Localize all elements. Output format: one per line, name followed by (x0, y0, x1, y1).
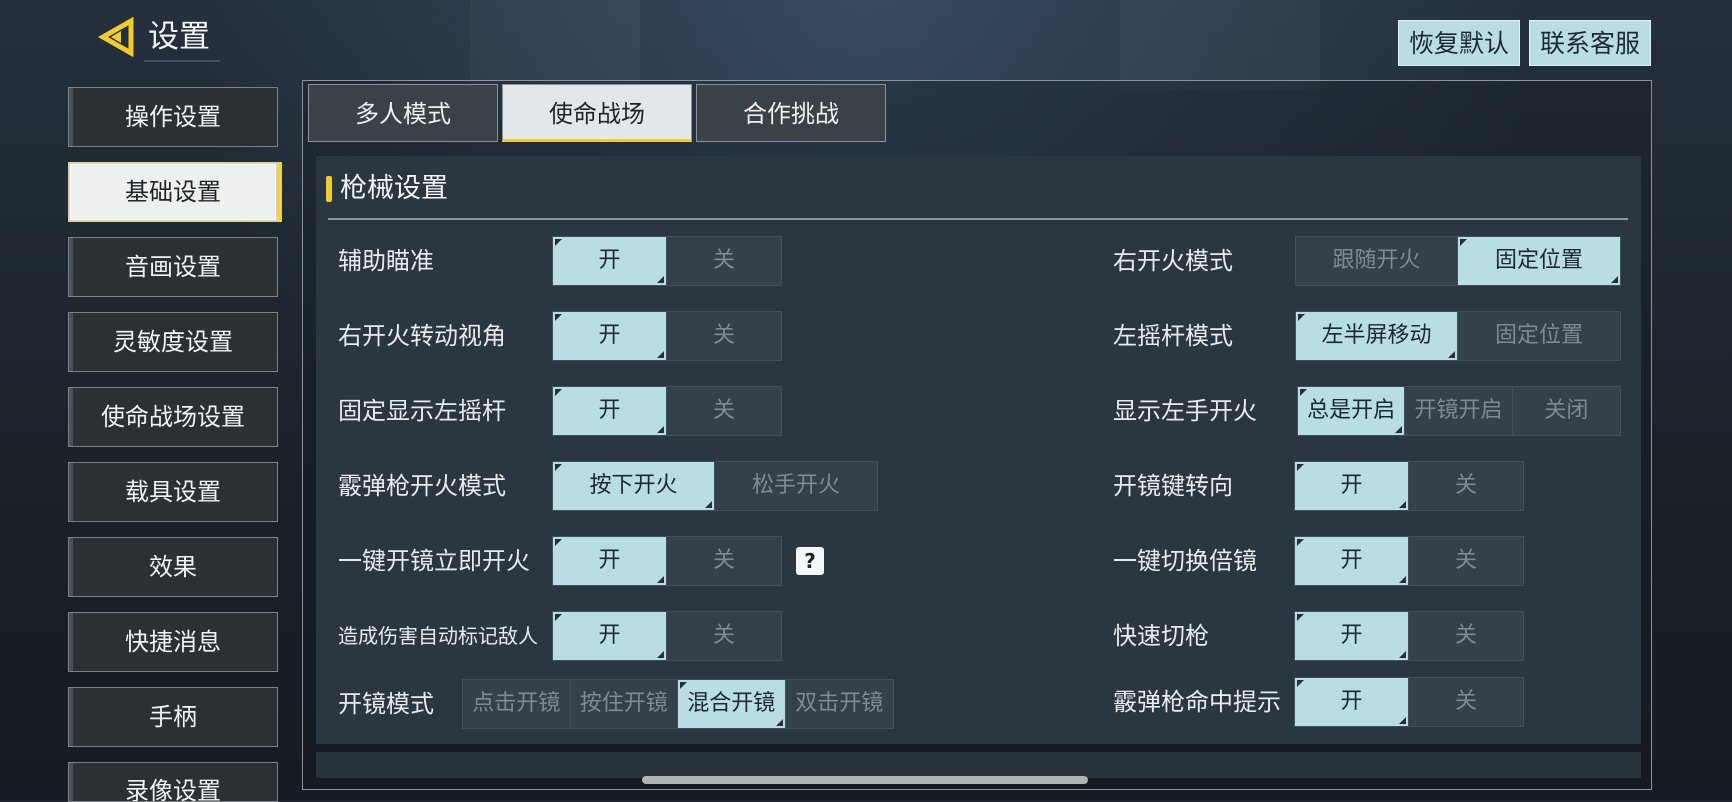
ads-key-turn-toggle: 开 关 (1294, 461, 1524, 511)
restore-default-button[interactable]: 恢复默认 (1398, 20, 1520, 66)
sidebar-item-battle-royale[interactable]: 使命战场设置 (68, 387, 278, 447)
setting-label-left-hand-fire: 显示左手开火 (1113, 397, 1257, 425)
sidebar-item-controller[interactable]: 手柄 (68, 687, 278, 747)
option-off[interactable]: 关 (1409, 537, 1523, 585)
setting-label-auto-mark-enemy: 造成伤害自动标记敌人 (338, 624, 538, 648)
sidebar-item-sensitivity[interactable]: 灵敏度设置 (68, 312, 278, 372)
setting-label-left-stick-mode: 左摇杆模式 (1113, 322, 1233, 350)
option-off[interactable]: 关 (667, 237, 781, 285)
right-fire-mode-toggle: 跟随开火 固定位置 (1295, 236, 1621, 286)
option-always-on[interactable]: 总是开启 (1298, 387, 1406, 435)
setting-label-aim-assist: 辅助瞄准 (338, 247, 434, 275)
sidebar-item-label: 基础设置 (125, 178, 221, 206)
auto-mark-enemy-toggle: 开 关 (552, 611, 782, 661)
quick-switch-toggle: 开 关 (1294, 611, 1524, 661)
right-fire-turn-toggle: 开 关 (552, 311, 782, 361)
fixed-left-stick-toggle: 开 关 (552, 386, 782, 436)
option-off[interactable]: 关 (1409, 612, 1523, 660)
option-off[interactable]: 关 (667, 612, 781, 660)
sidebar-item-audio-video[interactable]: 音画设置 (68, 237, 278, 297)
panel-next-section (316, 752, 1641, 778)
option-on[interactable]: 开 (553, 387, 667, 435)
option-on[interactable]: 开 (553, 312, 667, 360)
sidebar-item-label: 使命战场设置 (101, 403, 245, 431)
setting-label-right-fire-turn: 右开火转动视角 (338, 322, 506, 350)
option-on[interactable]: 开 (1295, 537, 1409, 585)
option-half-screen-move[interactable]: 左半屏移动 (1296, 312, 1458, 360)
sidebar-item-basic[interactable]: 基础设置 (68, 162, 278, 222)
option-off[interactable]: 关 (1409, 678, 1523, 726)
setting-label-right-fire-mode: 右开火模式 (1113, 247, 1233, 275)
setting-label-ads-key-turn: 开镜键转向 (1113, 472, 1233, 500)
sidebar-item-label: 灵敏度设置 (113, 328, 233, 356)
ads-instant-fire-toggle: 开 关 (552, 536, 782, 586)
sidebar-item-label: 操作设置 (125, 103, 221, 131)
back-button[interactable] (96, 16, 138, 58)
contact-support-button[interactable]: 联系客服 (1529, 20, 1651, 66)
option-fixed-position[interactable]: 固定位置 (1458, 237, 1620, 285)
page-title: 设置 (144, 14, 220, 62)
option-off[interactable]: 关闭 (1512, 387, 1620, 435)
section-divider (328, 218, 1628, 220)
sidebar-item-label: 手柄 (149, 703, 197, 731)
section-accent-bar (326, 176, 332, 202)
setting-label-ads-mode: 开镜模式 (338, 690, 434, 718)
option-tap-ads[interactable]: 点击开镜 (463, 680, 571, 728)
sidebar-item-label: 音画设置 (125, 253, 221, 281)
setting-label-shotgun-hit-hint: 霰弹枪命中提示 (1113, 688, 1281, 716)
option-on[interactable]: 开 (553, 537, 667, 585)
sidebar-item-controls[interactable]: 操作设置 (68, 87, 278, 147)
setting-label-fixed-left-stick: 固定显示左摇杆 (338, 397, 506, 425)
option-double-tap-ads[interactable]: 双击开镜 (785, 680, 893, 728)
tab-multiplayer[interactable]: 多人模式 (308, 84, 498, 142)
setting-label-shotgun-fire-mode: 霰弹枪开火模式 (338, 472, 506, 500)
option-ads-on[interactable]: 开镜开启 (1405, 387, 1513, 435)
option-on[interactable]: 开 (553, 237, 667, 285)
option-on[interactable]: 开 (1295, 612, 1409, 660)
option-off[interactable]: 关 (667, 537, 781, 585)
option-on[interactable]: 开 (553, 612, 667, 660)
option-hybrid-ads[interactable]: 混合开镜 (678, 680, 786, 728)
section-title: 枪械设置 (340, 173, 448, 204)
horizontal-scrollbar[interactable] (642, 776, 1088, 784)
shotgun-fire-mode-toggle: 按下开火 松手开火 (552, 461, 878, 511)
setting-label-ads-instant-fire: 一键开镜立即开火 (338, 547, 530, 575)
shotgun-hit-hint-toggle: 开 关 (1294, 677, 1524, 727)
option-off[interactable]: 关 (1409, 462, 1523, 510)
option-fixed-position[interactable]: 固定位置 (1458, 312, 1620, 360)
setting-label-scope-switch: 一键切换倍镜 (1113, 547, 1257, 575)
sidebar-item-label: 载具设置 (125, 478, 221, 506)
sidebar-item-label: 录像设置 (125, 777, 221, 802)
tab-battle-royale[interactable]: 使命战场 (502, 84, 692, 142)
sidebar-item-vehicle[interactable]: 载具设置 (68, 462, 278, 522)
option-press-fire[interactable]: 按下开火 (553, 462, 715, 510)
sidebar-item-effects[interactable]: 效果 (68, 537, 278, 597)
option-off[interactable]: 关 (667, 387, 781, 435)
tab-coop-challenge[interactable]: 合作挑战 (696, 84, 886, 142)
setting-label-quick-switch: 快速切枪 (1113, 622, 1209, 650)
option-release-fire[interactable]: 松手开火 (715, 462, 877, 510)
option-on[interactable]: 开 (1295, 678, 1409, 726)
back-arrow-icon (97, 17, 134, 57)
left-stick-mode-toggle: 左半屏移动 固定位置 (1295, 311, 1621, 361)
ads-mode-selector: 点击开镜 按住开镜 混合开镜 双击开镜 (462, 679, 894, 729)
aim-assist-toggle: 开 关 (552, 236, 782, 286)
sidebar-item-label: 快捷消息 (125, 628, 221, 656)
sidebar-item-label: 效果 (149, 553, 197, 581)
option-follow-fire[interactable]: 跟随开火 (1296, 237, 1458, 285)
left-hand-fire-selector: 总是开启 开镜开启 关闭 (1297, 386, 1621, 436)
option-on[interactable]: 开 (1295, 462, 1409, 510)
option-hold-ads[interactable]: 按住开镜 (570, 680, 678, 728)
help-icon[interactable]: ? (796, 547, 824, 575)
sidebar-item-recording[interactable]: 录像设置 (68, 762, 278, 802)
sidebar-item-quick-messages[interactable]: 快捷消息 (68, 612, 278, 672)
scope-switch-toggle: 开 关 (1294, 536, 1524, 586)
option-off[interactable]: 关 (667, 312, 781, 360)
bg-pillar (1120, 0, 1320, 90)
